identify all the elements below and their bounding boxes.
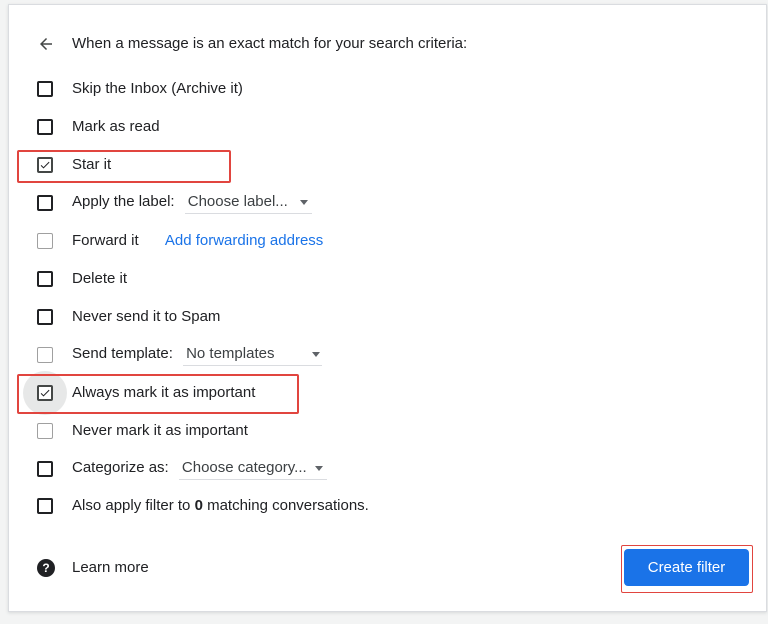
- option-skip-inbox: Skip the Inbox (Archive it): [9, 70, 766, 108]
- categorize-row: Categorize as: Choose category...: [72, 458, 327, 480]
- always-important-label: Always mark it as important: [72, 384, 256, 401]
- category-dropdown-value: Choose category...: [181, 459, 307, 476]
- never-important-checkbox[interactable]: [37, 423, 53, 439]
- option-always-important: Always mark it as important: [9, 371, 766, 415]
- also-apply-prefix: Also apply filter to: [72, 497, 191, 514]
- option-mark-read: Mark as read: [9, 108, 766, 146]
- option-categorize: Categorize as: Choose category...: [9, 450, 766, 488]
- apply-label-checkbox[interactable]: [37, 195, 53, 211]
- skip-inbox-checkbox[interactable]: [37, 81, 53, 97]
- checkmark-icon: [40, 389, 50, 397]
- create-filter-button[interactable]: Create filter: [624, 549, 749, 586]
- skip-inbox-label: Skip the Inbox (Archive it): [72, 80, 243, 97]
- header-row: When a message is an exact match for you…: [9, 25, 766, 63]
- star-checkbox[interactable]: [37, 157, 53, 173]
- never-spam-label: Never send it to Spam: [72, 308, 221, 325]
- send-template-checkbox[interactable]: [37, 347, 53, 363]
- forward-row: Forward it Add forwarding address: [72, 231, 323, 251]
- option-never-important: Never mark it as important: [9, 412, 766, 450]
- apply-label-text: Apply the label:: [72, 193, 175, 210]
- mark-read-label: Mark as read: [72, 118, 160, 135]
- option-forward: Forward it Add forwarding address: [9, 222, 766, 260]
- option-star: Star it: [9, 146, 766, 184]
- never-important-label: Never mark it as important: [72, 422, 248, 439]
- also-apply-row: Also apply filter to 0 matching conversa…: [72, 496, 369, 516]
- apply-label-row: Apply the label: Choose label...: [72, 192, 312, 214]
- forward-checkbox[interactable]: [37, 233, 53, 249]
- template-dropdown[interactable]: No templates: [183, 344, 323, 366]
- option-also-apply: Also apply filter to 0 matching conversa…: [9, 487, 766, 525]
- send-template-text: Send template:: [72, 345, 173, 362]
- star-label: Star it: [72, 156, 112, 173]
- also-apply-checkbox[interactable]: [37, 498, 53, 514]
- mark-read-checkbox[interactable]: [37, 119, 53, 135]
- label-dropdown[interactable]: Choose label...: [184, 192, 312, 214]
- delete-label: Delete it: [72, 270, 128, 287]
- option-never-spam: Never send it to Spam: [9, 298, 766, 336]
- category-dropdown[interactable]: Choose category...: [178, 458, 327, 480]
- delete-checkbox[interactable]: [37, 271, 53, 287]
- checkmark-icon: [40, 161, 50, 169]
- never-spam-checkbox[interactable]: [37, 309, 53, 325]
- arrow-left-icon: [40, 38, 52, 50]
- option-apply-label: Apply the label: Choose label...: [9, 184, 766, 222]
- option-delete: Delete it: [9, 260, 766, 298]
- header-title: When a message is an exact match for you…: [72, 35, 468, 52]
- also-apply-suffix: matching conversations.: [207, 497, 369, 514]
- always-important-checkbox[interactable]: [37, 385, 53, 401]
- label-dropdown-value: Choose label...: [187, 193, 288, 210]
- help-circle-icon[interactable]: ?: [37, 559, 55, 577]
- back-button[interactable]: [35, 33, 57, 55]
- caret-down-icon: [299, 199, 308, 205]
- categorize-checkbox[interactable]: [37, 461, 53, 477]
- add-forwarding-address-link[interactable]: Add forwarding address: [165, 232, 323, 249]
- learn-more-link[interactable]: Learn more: [72, 558, 149, 578]
- send-template-row: Send template: No templates: [72, 344, 323, 366]
- caret-down-icon: [314, 465, 323, 471]
- caret-down-icon: [312, 351, 321, 357]
- forward-label: Forward it: [72, 232, 139, 249]
- option-send-template: Send template: No templates: [9, 336, 766, 374]
- template-dropdown-value: No templates: [186, 345, 275, 362]
- filter-actions-dialog: When a message is an exact match for you…: [8, 4, 767, 612]
- categorize-text: Categorize as:: [72, 459, 169, 476]
- matching-count: 0: [194, 497, 203, 514]
